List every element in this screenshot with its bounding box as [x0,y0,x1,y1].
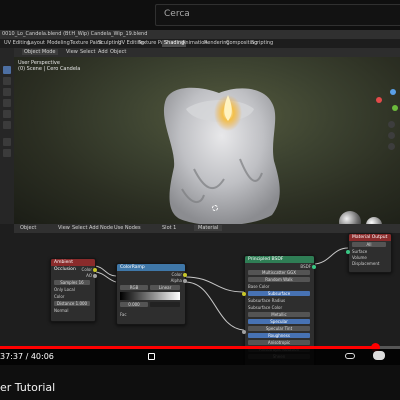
socket-label: Color [54,294,65,299]
time-display: 37:37 / 40:06 [0,352,54,361]
distribution-dropdown[interactable]: Multiscatter GGX [248,270,310,275]
search-placeholder: Cerca [164,9,190,19]
color-ramp-gradient[interactable] [120,292,180,300]
socket-icon [183,279,187,283]
socket-icon [93,274,97,278]
search-input[interactable]: Cerca [155,4,400,26]
ramp-pos-field[interactable]: 0.000 [120,302,148,307]
socket-label: Volume [352,255,367,260]
video-player[interactable]: 0010_Lo_Candela.blend (Bf.H_Wip) Candela… [0,30,400,365]
socket-label: Subsurface Radius [248,298,286,303]
specular-field[interactable]: Specular [248,319,310,324]
target-dropdown[interactable]: All [352,242,386,247]
socket-label: AO [86,273,92,278]
node-title: ColorRamp [117,264,185,271]
socket-label: Fac [120,312,127,317]
miniplayer-icon[interactable] [148,353,155,360]
subsurface-method-dropdown[interactable]: Random Walk [248,277,310,282]
socket-icon [312,265,316,269]
top-bar: Cerca [0,0,400,30]
socket-icon [242,330,246,334]
distance-field[interactable]: Distance 1.000 [54,301,90,306]
subsurface-field[interactable]: Subsurface [248,291,310,296]
socket-label: Alpha [170,278,182,283]
socket-label: BSDF [300,264,311,269]
node-ambient-occlusion[interactable]: Ambient Occlusion Color AO Samples 16 On… [50,258,97,322]
socket-label: Displacement [352,261,380,266]
roughness-field[interactable]: Roughness [248,333,310,338]
socket-label: Surface [352,249,368,254]
socket-label: Base Color [248,284,270,289]
socket-label: Normal [54,308,69,313]
ramp-color-swatch[interactable] [150,302,180,307]
anisotropic-field[interactable]: Anisotropic [248,340,310,345]
socket-label: Color [81,267,92,272]
socket-icon [242,292,246,296]
node-material-output[interactable]: Material Output All Surface Volume Displ… [346,233,392,273]
samples-field[interactable]: Samples 16 [54,280,90,285]
node-colorramp[interactable]: ColorRamp Color Alpha RGB Linear 0.000 F… [116,263,187,325]
socket-label: Color [171,272,182,277]
only-local-checkbox[interactable]: Only Local [54,287,92,292]
color-mode-dropdown[interactable]: RGB [120,285,148,290]
autoplay-toggle[interactable] [345,353,355,359]
node-title: Ambient Occlusion [51,259,95,272]
metallic-field[interactable]: Metallic [248,312,310,317]
interpolation-dropdown[interactable]: Linear [150,285,180,290]
node-title: Material Output [349,234,391,241]
video-title: er Tutorial [0,381,56,394]
socket-icon [346,250,350,254]
socket-icon [183,273,187,277]
settings-toggle[interactable] [373,351,385,360]
node-title: Principled BSDF [245,256,314,263]
specular-tint-field[interactable]: Specular Tint [248,326,310,331]
socket-icon [93,268,97,272]
socket-label: Subsurface Color [248,305,283,310]
player-controls [0,349,400,365]
